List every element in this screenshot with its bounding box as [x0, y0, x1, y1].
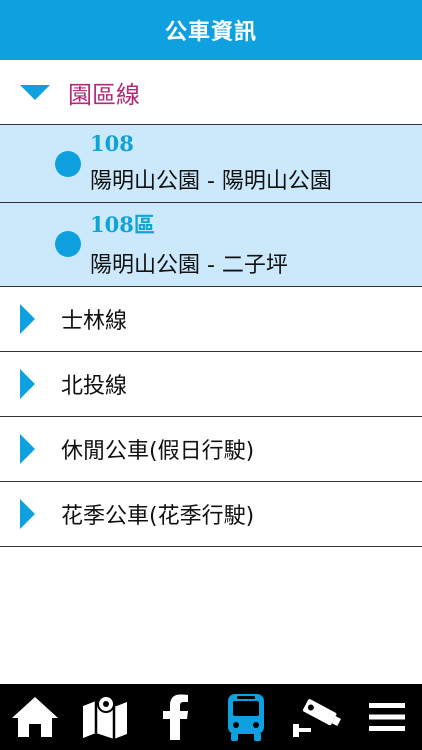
group-label: 士林線 [61, 309, 128, 334]
route-dot-icon [55, 231, 81, 257]
route-name: 陽明山公園 - 二子坪 [90, 253, 288, 278]
tab-map[interactable] [75, 687, 135, 747]
group-item-leisure-bus[interactable]: 休閒公車(假日行駛) [0, 417, 422, 482]
app-header: 公車資訊 [0, 0, 422, 60]
group-item-beitou-line[interactable]: 北投線 [0, 352, 422, 417]
triangle-down-icon [20, 84, 50, 100]
route-list: 園區線 108 陽明山公園 - 陽明山公園 108區 陽明山公園 - 二子坪 士… [0, 60, 422, 547]
page-title: 公車資訊 [164, 20, 257, 45]
tab-bus[interactable] [216, 687, 276, 747]
group-label: 花季公車(花季行駛) [61, 504, 255, 529]
facebook-icon [162, 694, 188, 740]
group-label: 休閒公車(假日行駛) [61, 439, 255, 464]
triangle-right-icon [20, 304, 35, 334]
route-name: 陽明山公園 - 陽明山公園 [90, 169, 332, 194]
route-number: 108區 [90, 212, 155, 237]
tab-menu[interactable] [357, 687, 417, 747]
group-item-shilin-line[interactable]: 士林線 [0, 287, 422, 352]
group-item-flower-season-bus[interactable]: 花季公車(花季行駛) [0, 482, 422, 547]
map-icon [83, 695, 128, 739]
bottom-tab-bar [0, 684, 422, 750]
triangle-right-icon [20, 434, 35, 464]
home-icon [12, 697, 59, 737]
menu-icon [368, 703, 405, 731]
tab-camera[interactable] [286, 687, 346, 747]
tab-facebook[interactable] [146, 687, 206, 747]
route-item-108-district[interactable]: 108區 陽明山公園 - 二子坪 [0, 203, 422, 287]
triangle-right-icon [20, 499, 35, 529]
triangle-right-icon [20, 369, 35, 399]
bus-icon [228, 694, 265, 741]
route-dot-icon [55, 151, 81, 177]
group-label: 園區線 [68, 80, 140, 109]
group-item-park-line[interactable]: 園區線 [0, 60, 422, 125]
route-number: 108 [90, 131, 134, 156]
group-label: 北投線 [61, 374, 128, 399]
route-item-108[interactable]: 108 陽明山公園 - 陽明山公園 [0, 125, 422, 203]
camera-icon [293, 699, 342, 737]
tab-home[interactable] [5, 687, 65, 747]
